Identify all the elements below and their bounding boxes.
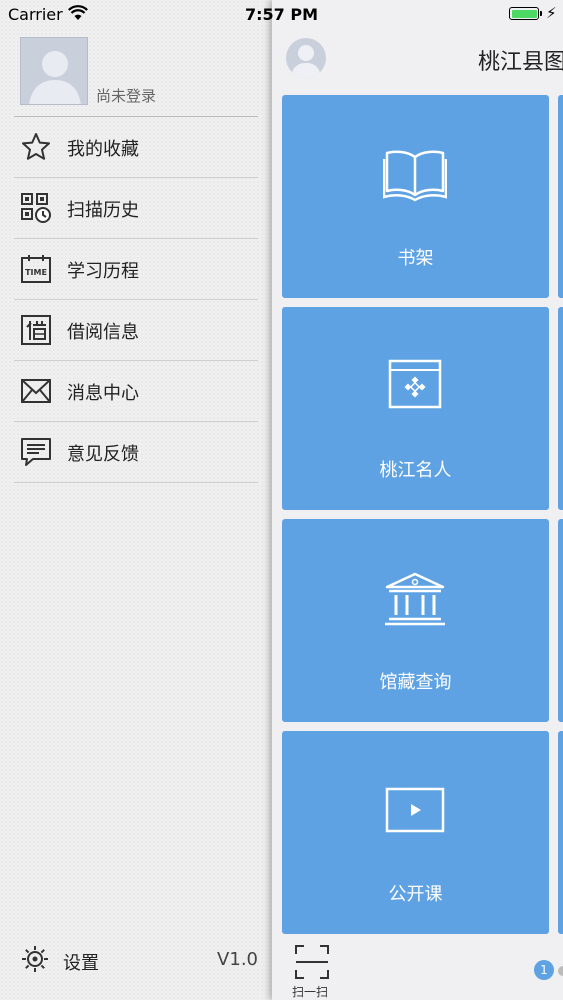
status-bar: Carrier 7:57 PM ⚡ [0, 0, 563, 30]
tile-partial[interactable] [558, 731, 563, 934]
chat-icon [21, 438, 51, 466]
menu-item-borrow-info[interactable]: 借阅信息 [14, 300, 258, 361]
page-title: 桃江县图 [478, 50, 563, 75]
menu-item-scan-history[interactable]: 扫描历史 [14, 178, 258, 239]
envelope-icon [21, 379, 51, 403]
version-label: V1.0 [217, 949, 258, 970]
book-icon [383, 150, 447, 202]
building-icon [385, 572, 445, 626]
svg-text:TIME: TIME [25, 268, 47, 277]
menu-item-favorites[interactable]: 我的收藏 [14, 117, 258, 178]
scan-label: 扫一扫 [292, 985, 329, 999]
menu-label: 学习历程 [67, 261, 139, 282]
menu-label: 扫描历史 [67, 200, 139, 221]
tile-label: 馆藏查询 [379, 672, 452, 693]
tile-partial[interactable] [558, 95, 563, 298]
tile-collection-search[interactable]: 馆藏查询 [282, 519, 549, 722]
menu-item-learning-history[interactable]: TIME 学习历程 [14, 239, 258, 300]
menu-label: 意见反馈 [67, 444, 139, 465]
battery-cap [540, 11, 542, 16]
video-play-icon [385, 787, 445, 833]
menu-item-feedback[interactable]: 意见反馈 [14, 422, 258, 483]
avatar[interactable] [20, 37, 88, 105]
default-user-icon [291, 45, 321, 78]
page-indicator-active[interactable]: 1 [534, 960, 554, 980]
menu-label: 我的收藏 [67, 139, 139, 160]
menu-label: 消息中心 [67, 383, 139, 404]
qr-history-icon [21, 193, 51, 223]
tile-label: 书架 [397, 248, 434, 269]
charging-icon: ⚡ [546, 4, 557, 22]
time-calendar-icon: TIME [21, 255, 51, 283]
menu-item-message-center[interactable]: 消息中心 [14, 361, 258, 422]
emblem-icon [388, 359, 442, 409]
tile-label: 公开课 [388, 884, 443, 905]
tile-celebrities[interactable]: 桃江名人 [282, 307, 549, 510]
star-icon [22, 133, 50, 160]
tile-partial[interactable] [558, 519, 563, 722]
borrow-icon [21, 315, 51, 345]
main-panel: 桃江县图 书架 桃江名人 馆藏查询 公开课 扫一扫 1 [272, 0, 563, 1000]
tile-partial[interactable] [558, 307, 563, 510]
clock: 7:57 PM [244, 5, 318, 24]
profile-section[interactable]: 尚未登录 [0, 30, 272, 116]
page-indicator-dot[interactable] [558, 966, 563, 976]
settings-label: 设置 [63, 953, 99, 974]
login-status-text[interactable]: 尚未登录 [96, 85, 156, 106]
battery-icon [509, 7, 539, 20]
header-avatar[interactable] [286, 38, 326, 78]
tile-label: 桃江名人 [379, 460, 452, 481]
tile-open-course[interactable]: 公开课 [282, 731, 549, 934]
drawer-menu: 我的收藏 扫描历史 TIME 学习历程 借阅信息 消息中心 意见反馈 [14, 116, 258, 483]
scan-frame-icon [295, 945, 329, 979]
tile-bookshelf[interactable]: 书架 [282, 95, 549, 298]
menu-label: 借阅信息 [67, 322, 139, 343]
settings-button[interactable]: 设置 V1.0 [18, 944, 258, 976]
default-user-icon [29, 51, 81, 104]
gear-icon [22, 946, 48, 972]
side-drawer: 尚未登录 我的收藏 扫描历史 TIME 学习历程 借阅信息 消息中心 意见反馈 … [0, 0, 272, 1000]
bottom-bar: 扫一扫 1 [272, 938, 563, 1000]
